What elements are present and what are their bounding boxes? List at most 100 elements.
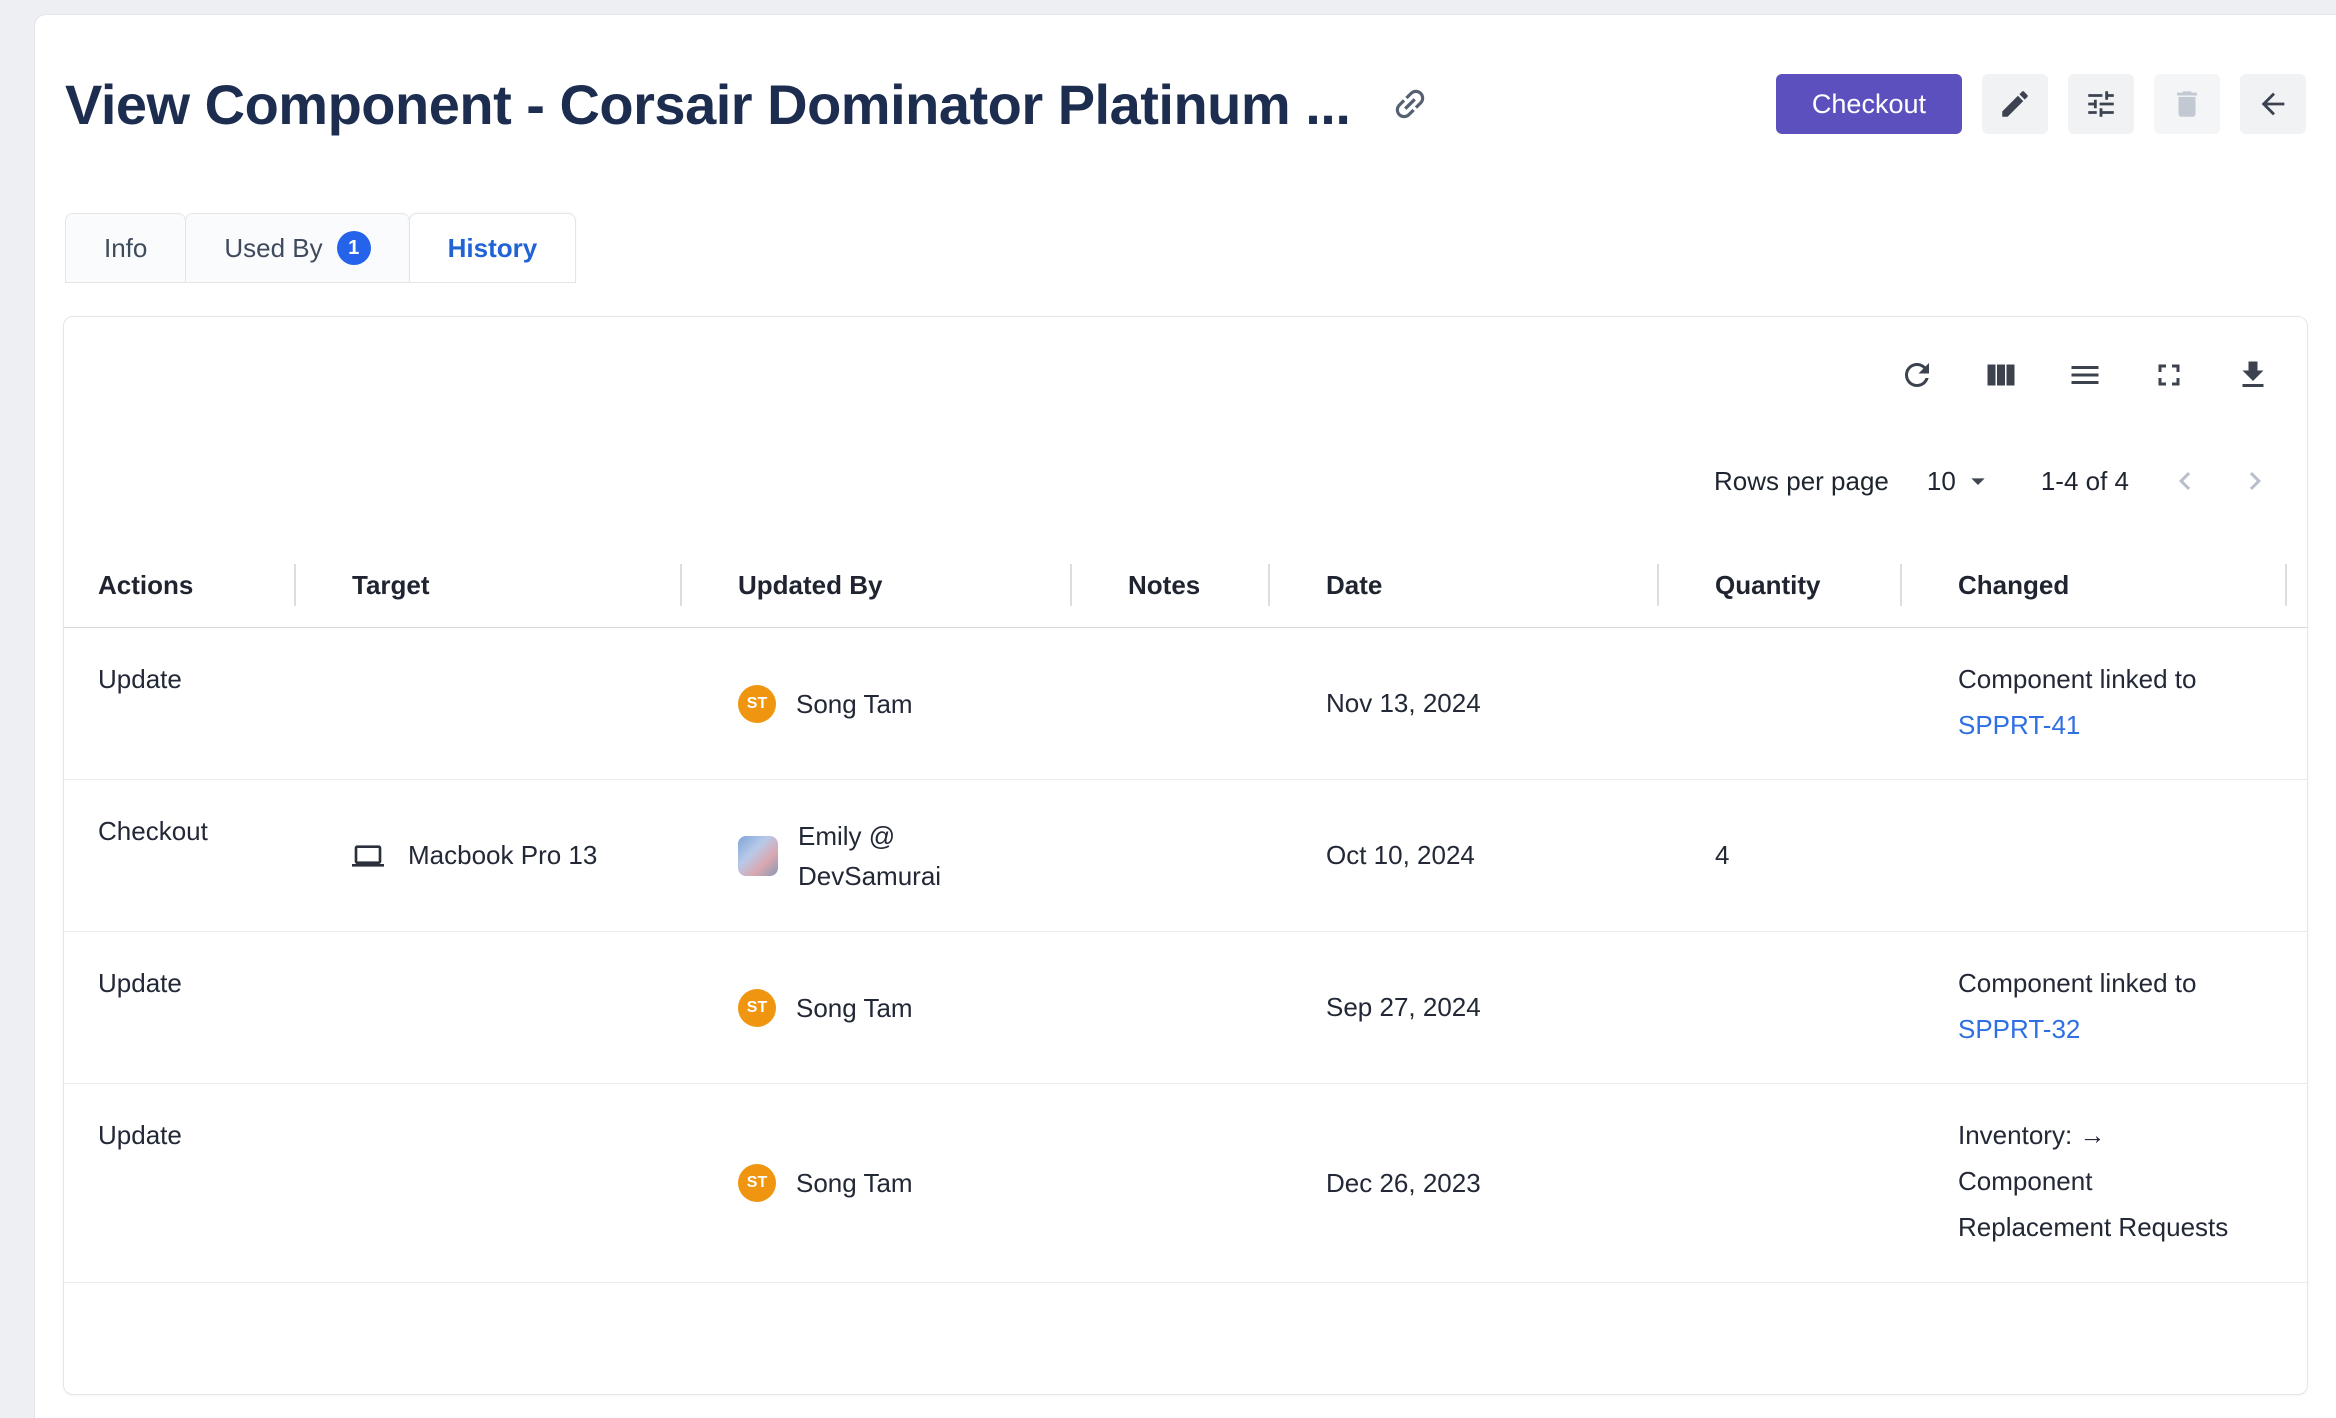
tab-history-label: History (448, 233, 538, 264)
changed-text: Component linked to (1958, 960, 2307, 1006)
changed-line: Inventory: → (1958, 1112, 2307, 1158)
table-footer-space (64, 1283, 2307, 1394)
rows-per-page-value: 10 (1927, 466, 1956, 497)
fullscreen-icon (2151, 357, 2187, 393)
column-header-quantity[interactable]: Quantity (1659, 543, 1902, 627)
cell-quantity (1659, 1084, 1902, 1282)
chevron-right-icon (2237, 463, 2273, 499)
cell-date: Oct 10, 2024 (1270, 780, 1659, 931)
changed-line: Replacement Requests (1958, 1204, 2307, 1250)
laptop-icon (352, 840, 384, 872)
cell-target (296, 1084, 682, 1282)
column-header-date[interactable]: Date (1270, 543, 1659, 627)
tab-info-label: Info (104, 233, 147, 264)
changed-text: Component linked to (1958, 656, 2307, 702)
previous-page-button[interactable] (2163, 459, 2207, 503)
avatar: ST (738, 989, 776, 1027)
delete-button[interactable] (2154, 74, 2220, 134)
issue-link[interactable]: SPPRT-32 (1958, 1014, 2080, 1044)
link-icon (1390, 84, 1430, 124)
used-by-count-badge: 1 (337, 231, 371, 265)
cell-target (296, 932, 682, 1083)
chevron-down-icon (1962, 465, 1994, 497)
tab-history[interactable]: History (409, 213, 577, 283)
history-table-card: Rows per page 10 1-4 of 4 Actions (63, 316, 2308, 1395)
user-name: Song Tam (796, 988, 913, 1028)
tab-used-by[interactable]: Used By 1 (185, 213, 409, 283)
cell-changed: Component linked to SPPRT-41 (1902, 628, 2307, 779)
main-panel: View Component - Corsair Dominator Plati… (34, 14, 2336, 1418)
refresh-button[interactable] (1897, 355, 1937, 395)
cell-updated-by: Emily @ DevSamurai (682, 780, 1072, 931)
fullscreen-button[interactable] (2149, 355, 2189, 395)
download-icon (2235, 357, 2271, 393)
density-icon (2067, 357, 2103, 393)
title-wrap: View Component - Corsair Dominator Plati… (65, 72, 1434, 137)
cell-action: Checkout (64, 780, 296, 931)
arrow-left-icon (2256, 87, 2290, 121)
tab-used-by-label: Used By (224, 233, 322, 264)
cell-notes (1072, 1084, 1270, 1282)
tab-info[interactable]: Info (65, 213, 186, 283)
column-header-actions[interactable]: Actions (64, 543, 296, 627)
cell-date: Dec 26, 2023 (1270, 1084, 1659, 1282)
cell-changed (1902, 780, 2307, 931)
cell-target: Macbook Pro 13 (296, 780, 682, 931)
rows-per-page-label: Rows per page (1714, 466, 1889, 497)
columns-button[interactable] (1981, 355, 2021, 395)
export-button[interactable] (2233, 355, 2273, 395)
checkout-button[interactable]: Checkout (1776, 74, 1962, 134)
edit-button[interactable] (1982, 74, 2048, 134)
column-header-notes[interactable]: Notes (1072, 543, 1270, 627)
cell-quantity (1659, 628, 1902, 779)
refresh-icon (1899, 357, 1935, 393)
page-title: View Component - Corsair Dominator Plati… (65, 72, 1350, 137)
header-actions: Checkout (1776, 74, 2306, 134)
tabs: Info Used By 1 History (65, 213, 2306, 283)
trash-icon (2170, 87, 2204, 121)
column-header-target[interactable]: Target (296, 543, 682, 627)
cell-action: Update (64, 932, 296, 1083)
avatar: ST (738, 685, 776, 723)
cell-updated-by: ST Song Tam (682, 1084, 1072, 1282)
table-row: Update ST Song Tam Nov 13, 2024 Componen… (64, 628, 2307, 780)
back-button[interactable] (2240, 74, 2306, 134)
changed-line: Component (1958, 1158, 2307, 1204)
table-row: Update ST Song Tam Sep 27, 2024 Componen… (64, 932, 2307, 1084)
pagination-range: 1-4 of 4 (2041, 466, 2129, 497)
cell-action: Update (64, 1084, 296, 1282)
pagination: Rows per page 10 1-4 of 4 (64, 459, 2307, 503)
cell-date: Nov 13, 2024 (1270, 628, 1659, 779)
columns-icon (1983, 357, 2019, 393)
avatar: ST (738, 1164, 776, 1202)
cell-changed: Inventory: → Component Replacement Reque… (1902, 1084, 2307, 1282)
cell-action: Update (64, 628, 296, 779)
user-name: Song Tam (796, 1163, 913, 1203)
page-header: View Component - Corsair Dominator Plati… (65, 73, 2306, 135)
user-name: Song Tam (796, 684, 913, 724)
next-page-button[interactable] (2233, 459, 2277, 503)
avatar (738, 836, 778, 876)
target-label[interactable]: Macbook Pro 13 (408, 840, 597, 871)
user-name: Emily @ DevSamurai (798, 816, 948, 896)
table-row: Checkout Macbook Pro 13 Emily @ DevSamur… (64, 780, 2307, 932)
table-header-row: Actions Target Updated By Notes Date Qua… (64, 543, 2307, 628)
cell-notes (1072, 780, 1270, 931)
copy-link-button[interactable] (1386, 80, 1434, 128)
cell-target (296, 628, 682, 779)
chevron-left-icon (2167, 463, 2203, 499)
density-button[interactable] (2065, 355, 2105, 395)
cell-notes (1072, 628, 1270, 779)
cell-quantity: 4 (1659, 780, 1902, 931)
issue-link[interactable]: SPPRT-41 (1958, 710, 2080, 740)
cell-date: Sep 27, 2024 (1270, 932, 1659, 1083)
column-header-changed[interactable]: Changed (1902, 543, 2307, 627)
settings-button[interactable] (2068, 74, 2134, 134)
cell-updated-by: ST Song Tam (682, 932, 1072, 1083)
table-row: Update ST Song Tam Dec 26, 2023 Inventor… (64, 1084, 2307, 1283)
cell-notes (1072, 932, 1270, 1083)
pencil-icon (1998, 87, 2032, 121)
rows-per-page-select[interactable]: 10 (1927, 465, 1994, 497)
column-header-updated-by[interactable]: Updated By (682, 543, 1072, 627)
table-toolbar (64, 317, 2307, 395)
